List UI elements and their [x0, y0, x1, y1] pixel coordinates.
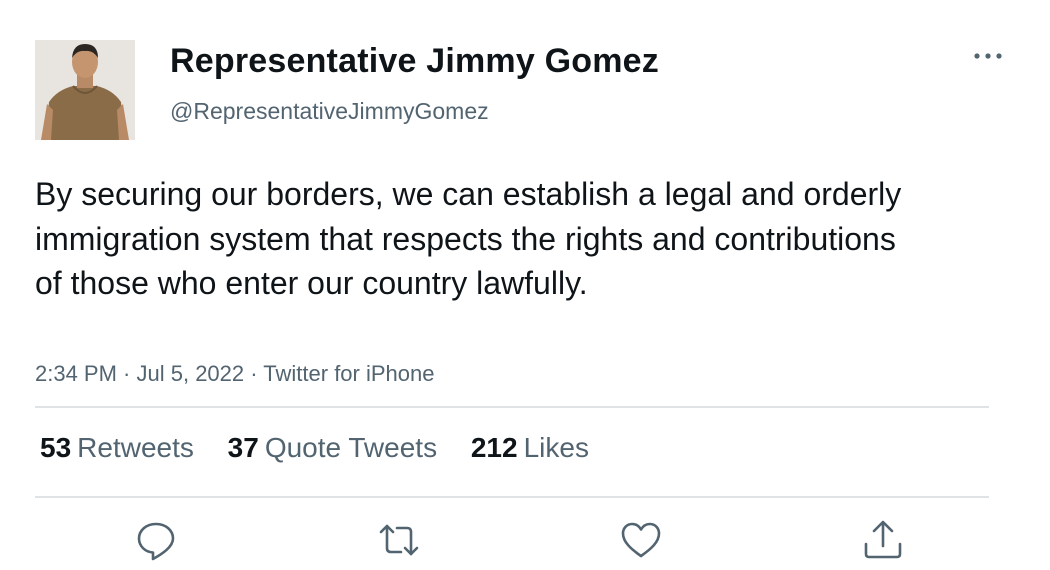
meta-separator: ·: [244, 361, 264, 386]
reply-icon: [137, 522, 175, 561]
tweet-time[interactable]: 2:34 PM: [35, 361, 117, 386]
quote-tweets-label: Quote Tweets: [264, 432, 438, 463]
reply-button[interactable]: [134, 518, 178, 562]
like-icon: [621, 522, 661, 558]
more-options-button[interactable]: [968, 42, 1008, 70]
likes-stat[interactable]: 212 Likes: [471, 432, 589, 464]
tweet-date[interactable]: Jul 5, 2022: [137, 361, 245, 386]
tweet-metadata: 2:34 PM · Jul 5, 2022 · Twitter for iPho…: [35, 361, 434, 387]
retweets-count: 53: [40, 432, 72, 463]
share-icon: [864, 520, 902, 559]
tweet-card: Representative Jimmy Gomez @Representati…: [0, 0, 1050, 570]
likes-label: Likes: [523, 432, 589, 463]
share-button[interactable]: [861, 518, 905, 562]
meta-separator: ·: [116, 361, 137, 386]
retweets-stat[interactable]: 53 Retweets: [40, 432, 194, 464]
more-icon: [974, 53, 1002, 59]
divider: [35, 406, 989, 408]
tweet-stats: 53 Retweets 37 Quote Tweets 212 Likes: [40, 432, 615, 464]
quote-tweets-count: 37: [227, 432, 259, 463]
retweet-icon: [379, 524, 419, 556]
author-handle[interactable]: @RepresentativeJimmyGomez: [170, 98, 489, 125]
retweet-button[interactable]: [377, 518, 421, 562]
author-display-name[interactable]: Representative Jimmy Gomez: [170, 42, 659, 81]
avatar[interactable]: [35, 40, 135, 140]
tweet-source[interactable]: Twitter for iPhone: [263, 361, 434, 386]
like-button[interactable]: [619, 518, 663, 562]
retweets-label: Retweets: [77, 432, 194, 463]
divider: [35, 496, 989, 498]
profile-photo-icon: [35, 40, 135, 140]
tweet-text: By securing our borders, we can establis…: [35, 176, 902, 301]
likes-count: 212: [470, 432, 518, 463]
quote-tweets-stat[interactable]: 37 Quote Tweets: [228, 432, 437, 464]
